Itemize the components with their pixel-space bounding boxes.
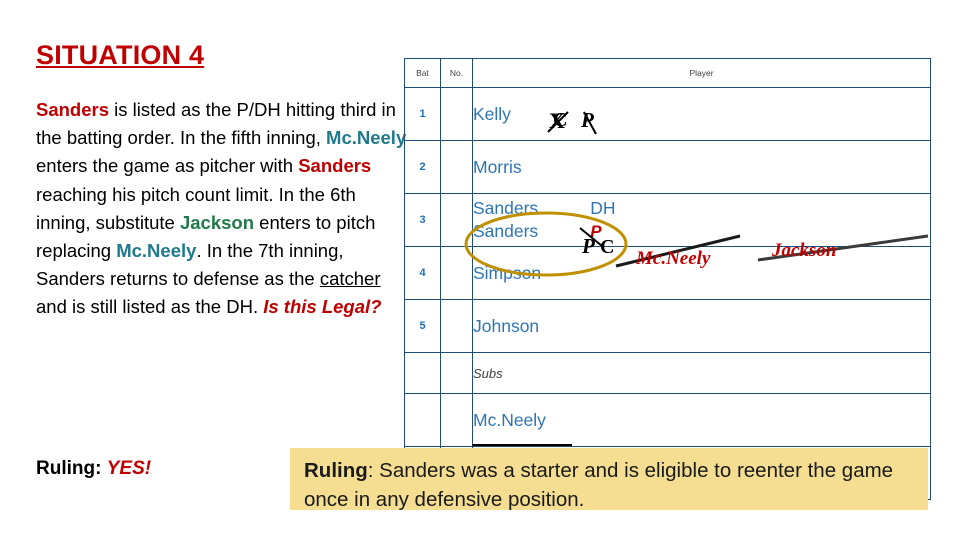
row-3-player: Sanders DH Sanders P <box>472 193 931 247</box>
body-text-mcneely-1: Mc.Neely <box>326 127 407 149</box>
ruling-callout: Ruling: Sanders was a starter and is eli… <box>290 448 928 511</box>
body-text-question: Is this Legal? <box>263 296 382 318</box>
row-4-no <box>440 246 473 300</box>
table-row: Mc.Neely <box>404 393 931 447</box>
row-1-no <box>440 87 473 141</box>
row-5-bat: 5 <box>404 299 441 353</box>
row-1-player: Kelly <box>472 87 931 141</box>
row-6-bat <box>404 393 441 447</box>
ruling-left-value: YES! <box>106 458 152 479</box>
row-6-player: Mc.Neely <box>472 393 931 447</box>
header-bat: Bat <box>404 58 441 88</box>
table-row: 3 Sanders DH Sanders P <box>404 193 931 247</box>
ruling-left: Ruling: YES! <box>36 458 151 480</box>
strike-mcneely-row <box>472 444 572 446</box>
ruling-callout-text: : Sanders was a starter and is eligible … <box>304 459 894 511</box>
row-3-player-name: Sanders <box>473 198 539 218</box>
body-text-part-12: and is still listed as the DH. <box>36 296 264 318</box>
row-2-player: Morris <box>472 140 931 194</box>
header-player: Player <box>472 58 931 88</box>
row-subs-no <box>440 352 473 394</box>
row-3-bat: 3 <box>404 193 441 247</box>
lineup-table: Bat No. Player 1 Kelly 2 Morris 3 Sander… <box>404 58 931 500</box>
row-subs-bat <box>404 352 441 394</box>
body-text-mcneely-2: Mc.Neely <box>116 240 197 262</box>
table-row-subs: Subs <box>404 352 931 394</box>
row-3-position-dh: DH <box>590 198 616 218</box>
ink-label-mcneely: Mc.Neely <box>636 248 711 269</box>
row-2-bat: 2 <box>404 140 441 194</box>
table-row: 5 Johnson <box>404 299 931 353</box>
row-4-bat: 4 <box>404 246 441 300</box>
table-row: 2 Morris <box>404 140 931 194</box>
row-1-bat: 1 <box>404 87 441 141</box>
row-3-position-p: P <box>590 222 602 241</box>
ruling-left-label: Ruling: <box>36 458 102 479</box>
body-text-jackson: Jackson <box>179 211 255 233</box>
body-text-sanders-1: Sanders <box>36 99 110 120</box>
table-row: 1 Kelly <box>404 87 931 141</box>
situation-body: Sanders is listed as the P/DH hitting th… <box>36 96 411 322</box>
row-3-line-1: Sanders DH <box>473 197 930 220</box>
row-6-no <box>440 393 473 447</box>
page-title: SITUATION 4 <box>36 40 205 70</box>
row-2-no <box>440 140 473 194</box>
row-subs-label: Subs <box>472 352 931 394</box>
row-3-player-name-2: Sanders <box>473 221 539 241</box>
row-3-no <box>440 193 473 247</box>
body-text-catcher: catcher <box>319 268 381 290</box>
row-5-player: Johnson <box>472 299 931 353</box>
ruling-callout-label: Ruling <box>304 459 368 482</box>
table-header-row: Bat No. Player <box>404 58 931 88</box>
body-text-sanders-2: Sanders <box>298 155 372 177</box>
header-no: No. <box>440 58 473 88</box>
row-3-line-2: Sanders P <box>473 220 930 243</box>
row-5-no <box>440 299 473 353</box>
ink-label-jackson: Jackson <box>772 240 837 261</box>
body-text-part-4: enters the game as pitcher with <box>36 155 299 177</box>
slide-root: SITUATION 4 Sanders is listed as the P/D… <box>0 0 960 540</box>
